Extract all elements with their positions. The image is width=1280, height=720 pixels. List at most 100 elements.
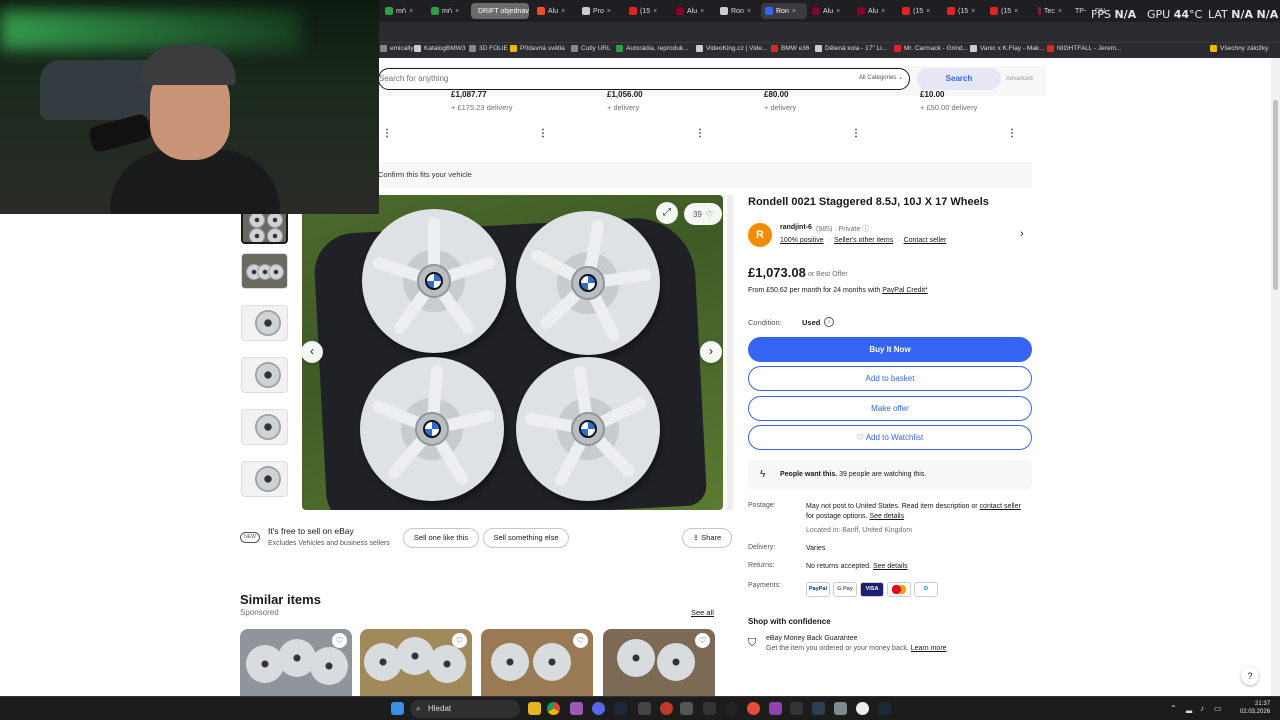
more-options-icon[interactable]: ⋮ — [382, 128, 392, 139]
bookmark-item[interactable]: Autorádia, reproduk... — [616, 45, 689, 52]
heart-icon[interactable]: ♡ — [452, 633, 467, 648]
close-icon[interactable]: × — [455, 8, 459, 15]
app-icon[interactable] — [834, 702, 847, 715]
close-icon[interactable]: × — [836, 8, 840, 15]
heart-icon[interactable]: ♡ — [695, 633, 710, 648]
contact-seller-link[interactable]: Contact seller — [904, 237, 947, 244]
see-details-link[interactable]: See details — [873, 563, 908, 570]
chrome-icon[interactable] — [547, 702, 560, 715]
thumbnail[interactable] — [241, 461, 288, 497]
app-icon[interactable] — [812, 702, 825, 715]
battery-icon[interactable]: ▭ — [1214, 704, 1222, 713]
browser-tab[interactable]: mr\ × — [381, 3, 425, 19]
browser-tab[interactable]: (15 × — [625, 3, 669, 19]
browser-tab[interactable]: Ron × — [716, 3, 760, 19]
bookmark-item[interactable]: Mr. Carmack - Grind... — [894, 45, 968, 52]
app-icon[interactable] — [856, 702, 869, 715]
close-icon[interactable]: × — [700, 8, 704, 15]
paypal-credit-link[interactable]: PayPal Credit* — [882, 287, 928, 294]
sell-one-like-this-button[interactable]: Sell one like this — [403, 528, 479, 548]
more-options-icon[interactable]: ⋮ — [1007, 128, 1017, 139]
expand-icon[interactable]: ⤢ — [656, 202, 678, 224]
close-icon[interactable]: × — [1014, 8, 1018, 15]
close-icon[interactable]: × — [881, 8, 885, 15]
image-scrollbar[interactable] — [727, 195, 733, 510]
taskbar-clock[interactable]: 21:37 02.03.2026 — [1240, 700, 1270, 716]
app-icon[interactable] — [747, 702, 760, 715]
browser-tab[interactable]: Alu × — [672, 3, 714, 19]
similar-item-card[interactable]: ♡ — [481, 629, 593, 696]
steam-icon[interactable] — [614, 702, 627, 715]
heart-icon[interactable]: ♡ — [332, 633, 347, 648]
browser-tab[interactable]: Ron × — [761, 3, 807, 19]
seller-avatar[interactable]: R — [748, 223, 772, 247]
see-all-link[interactable]: See all — [691, 608, 714, 617]
browser-tab[interactable]: Pro × — [578, 3, 624, 19]
app-icon[interactable] — [725, 702, 738, 715]
chevron-right-icon[interactable]: › — [1020, 228, 1024, 240]
network-icon[interactable]: ▂ — [1186, 704, 1192, 713]
search-input[interactable]: Search for anything All Categories ⌄ — [378, 68, 910, 90]
close-icon[interactable]: × — [747, 8, 751, 15]
heart-icon[interactable]: ♡ — [573, 633, 588, 648]
browser-tab[interactable]: Alu × — [808, 3, 850, 19]
browser-tab[interactable]: (15 × — [898, 3, 940, 19]
close-icon[interactable]: × — [607, 8, 611, 15]
browser-tab[interactable]: Alu × — [853, 3, 895, 19]
file-explorer-icon[interactable] — [528, 702, 541, 715]
similar-item-card[interactable]: ♡ — [360, 629, 472, 696]
app-icon[interactable] — [638, 702, 651, 715]
settings-icon[interactable] — [680, 702, 693, 715]
close-icon[interactable]: × — [971, 8, 975, 15]
add-to-watchlist-button[interactable]: ♡ Add to Watchlist — [748, 425, 1032, 450]
thumbnail[interactable] — [241, 409, 288, 445]
similar-item-card[interactable]: ♡ — [603, 629, 715, 696]
search-button[interactable]: Search — [917, 68, 1001, 90]
add-to-basket-button[interactable]: Add to basket — [748, 366, 1032, 391]
bookmark-item[interactable]: Všechny záložky — [1210, 45, 1268, 52]
thumbnail[interactable] — [241, 357, 288, 393]
taskbar-search[interactable]: ⌕ Hledat — [410, 700, 520, 718]
close-icon[interactable]: × — [792, 8, 796, 15]
more-options-icon[interactable]: ⋮ — [538, 128, 548, 139]
more-options-icon[interactable]: ⋮ — [851, 128, 861, 139]
bookmark-item[interactable]: BMW e36 — [771, 45, 810, 52]
thumbnail[interactable] — [241, 253, 288, 289]
similar-item-card[interactable]: ♡ — [240, 629, 352, 696]
windows-start-icon[interactable] — [391, 702, 404, 715]
bookmark-item[interactable]: VideoKing.cz | Vide... — [696, 45, 767, 52]
make-offer-button[interactable]: Make offer — [748, 396, 1032, 421]
learn-more-link[interactable]: Learn more — [911, 645, 947, 652]
buy-it-now-button[interactable]: Buy It Now — [748, 337, 1032, 362]
share-button[interactable]: ⇪ Share — [682, 528, 732, 548]
browser-tab[interactable]: Tec × — [1034, 3, 1066, 19]
volume-icon[interactable]: ♪ — [1200, 704, 1204, 713]
browser-tab[interactable]: (15 × — [943, 3, 985, 19]
bookmark-item[interactable]: Vanic x K.Flay - Mak... — [970, 45, 1045, 52]
close-icon[interactable]: × — [926, 8, 930, 15]
browser-tab[interactable]: TP-× — [1068, 3, 1088, 19]
browser-tab[interactable]: (15 × — [986, 3, 1032, 19]
contact-seller-link[interactable]: contact seller — [980, 503, 1021, 510]
info-icon[interactable]: ⓘ — [862, 226, 869, 233]
close-icon[interactable]: × — [409, 8, 413, 15]
see-details-link[interactable]: See details — [869, 513, 904, 520]
seller-name[interactable]: randjint-6 — [780, 224, 812, 231]
close-icon[interactable]: × — [561, 8, 565, 15]
app-icon[interactable] — [878, 702, 891, 715]
next-image-button[interactable]: › — [700, 341, 722, 363]
browser-tab[interactable]: Alu × — [533, 3, 577, 19]
help-icon[interactable]: ? — [1241, 667, 1259, 685]
bookmark-item[interactable]: NIGHTFALL - Jerem... — [1047, 45, 1121, 52]
page-scrollbar-thumb[interactable] — [1273, 100, 1278, 290]
seller-other-items-link[interactable]: Seller's other items — [834, 237, 893, 244]
bookmark-item[interactable]: KatalogBMW3 — [414, 45, 466, 52]
bookmark-item[interactable]: Dělená kola - 17" Li... — [815, 45, 887, 52]
image-watch-button[interactable]: 39 ♡ — [684, 203, 722, 225]
browser-tab[interactable]: mr\ × — [427, 3, 469, 19]
fitment-bar[interactable]: Confirm this fits your vehicle — [378, 162, 1032, 188]
bookmark-item[interactable]: Cutly URL — [571, 45, 611, 52]
sell-something-else-button[interactable]: Sell something else — [483, 528, 569, 548]
app-icon[interactable] — [703, 702, 716, 715]
close-icon[interactable]: × — [653, 8, 657, 15]
